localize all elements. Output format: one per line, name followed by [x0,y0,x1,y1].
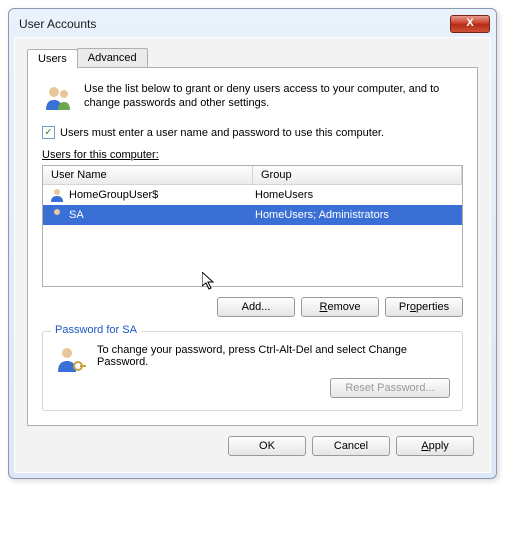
apply-button[interactable]: Apply [396,436,474,456]
tab-panel-users: Use the list below to grant or deny user… [27,68,478,426]
users-list-label: Users for this computer: [42,149,463,161]
add-button[interactable]: Add... [217,297,295,317]
tab-users[interactable]: Users [27,49,78,68]
dialog-window: User Accounts X Users Advanced Use the l… [8,8,497,479]
cancel-button[interactable]: Cancel [312,436,390,456]
dialog-content: Users Advanced Use the list below to gra… [14,37,491,473]
reset-password-button: Reset Password... [330,378,450,398]
user-key-icon [55,344,87,376]
cell-username: SA [69,209,84,221]
password-group-legend: Password for SA [51,324,141,336]
cell-username: HomeGroupUser$ [69,189,158,201]
window-title: User Accounts [19,17,96,31]
user-buttons-row: Add... Remove Properties [42,297,463,317]
require-login-checkbox[interactable]: ✓ [42,126,55,139]
user-icon [49,207,65,223]
table-row[interactable]: SA HomeUsers; Administrators [43,205,462,225]
cell-group: HomeUsers; Administrators [251,208,393,222]
remove-button[interactable]: Remove [301,297,379,317]
list-header: User Name Group [43,166,462,185]
intro-row: Use the list below to grant or deny user… [42,82,463,114]
tab-advanced[interactable]: Advanced [77,48,148,67]
tab-strip: Users Advanced [27,48,478,68]
require-login-row: ✓ Users must enter a user name and passw… [42,126,463,139]
table-row[interactable]: HomeGroupUser$ HomeUsers [43,185,462,205]
users-listview[interactable]: User Name Group HomeGroupUser$ HomeUsers… [42,165,463,287]
column-group[interactable]: Group [253,166,462,185]
user-icon [49,187,65,203]
column-username[interactable]: User Name [43,166,253,185]
password-groupbox: Password for SA To change your password,… [42,331,463,411]
titlebar: User Accounts X [9,9,496,37]
users-icon [42,82,74,114]
password-text: To change your password, press Ctrl-Alt-… [97,344,450,368]
ok-button[interactable]: OK [228,436,306,456]
cell-group: HomeUsers [251,188,317,202]
close-button[interactable]: X [450,15,490,33]
require-login-label: Users must enter a user name and passwor… [60,127,384,139]
properties-button[interactable]: Properties [385,297,463,317]
dialog-footer: OK Cancel Apply [27,426,478,460]
intro-text: Use the list below to grant or deny user… [84,82,463,114]
